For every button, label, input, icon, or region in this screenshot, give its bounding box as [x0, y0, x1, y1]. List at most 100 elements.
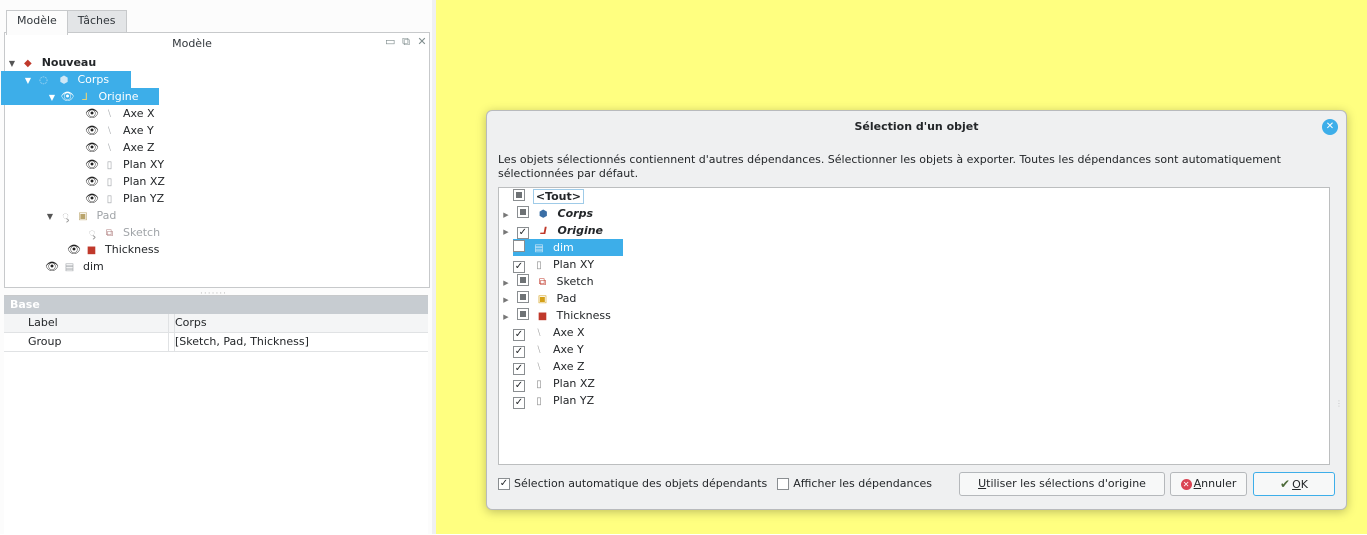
list-item-corps[interactable]: ▶ ⬢ Corps — [499, 205, 593, 222]
tree-item-axe-y[interactable]: 👁︎ ⧵ Axe Y — [85, 122, 154, 139]
axis-icon: ⧵ — [537, 328, 541, 339]
checkbox[interactable] — [516, 206, 529, 218]
tree-item-nouveau[interactable]: ▼ ◆ Nouveau — [7, 54, 96, 71]
header-icons: ▭ ⧉ ✕ — [385, 35, 427, 49]
checkbox[interactable] — [516, 291, 529, 303]
checkbox[interactable]: ✓ — [516, 227, 529, 239]
auto-select-label: Sélection automatique des objets dépenda… — [514, 477, 768, 490]
expand-arrow-icon[interactable]: ▶ — [499, 309, 513, 326]
checkbox[interactable]: ✓ — [513, 346, 525, 358]
list-item-axe-y[interactable]: ✓ ⧵ Axe Y — [513, 341, 584, 358]
pad-icon: ▣ — [78, 211, 88, 222]
list-item-label: Plan YZ — [553, 394, 595, 407]
float-icon[interactable]: ⧉ — [401, 35, 411, 49]
property-row[interactable]: Label Corps — [4, 314, 428, 333]
list-item-label: dim — [553, 241, 574, 254]
eye-icon[interactable]: 👁︎ — [85, 139, 99, 156]
checkbox[interactable] — [513, 240, 525, 252]
checkbox[interactable]: ✓ — [498, 478, 510, 490]
list-item-all[interactable]: <Tout> — [513, 188, 584, 205]
list-item-axe-z[interactable]: ✓ ⧵ Axe Z — [513, 358, 585, 375]
checkbox[interactable]: ✓ — [513, 261, 525, 273]
plane-icon: ▯ — [106, 194, 113, 205]
visibility-off-icon[interactable]: ◌ — [37, 72, 51, 89]
list-item-plan-xy[interactable]: ✓ ▯ Plan XY — [513, 256, 594, 273]
origin-icon: ⅃ — [82, 92, 88, 103]
body-icon: ⬢ — [59, 75, 69, 86]
checkbox[interactable]: ✓ — [513, 380, 525, 392]
tree-header: Modèle ▭ ⧉ ✕ — [5, 33, 429, 53]
tree-item-plan-xz[interactable]: 👁︎ ▯ Plan XZ — [85, 173, 165, 190]
thickness-icon: ■ — [537, 311, 548, 322]
property-value[interactable]: Corps — [174, 314, 207, 332]
model-tree-panel: Modèle ▭ ⧉ ✕ ▼ ◆ Nouveau ▼ ◌ ⬢ Corps ▼ 👁… — [1, 32, 430, 288]
checkbox[interactable] — [513, 189, 525, 201]
tree-item-axe-z[interactable]: 👁︎ ⧵ Axe Z — [85, 139, 154, 156]
tree-item-plan-yz[interactable]: 👁︎ ▯ Plan YZ — [85, 190, 164, 207]
eye-icon[interactable]: 👁︎ — [61, 88, 75, 105]
tree-item-corps[interactable]: ▼ ◌ ⬢ Corps — [1, 71, 131, 88]
list-item-label: Sketch — [556, 275, 594, 288]
checkbox[interactable]: ✓ — [513, 329, 525, 341]
tree-item-thickness[interactable]: 👁︎ ■ Thickness — [67, 241, 159, 258]
list-item-thickness[interactable]: ▶ ■ Thickness — [499, 307, 611, 324]
list-item-plan-yz[interactable]: ✓ ▯ Plan YZ — [513, 392, 594, 409]
checkbox[interactable] — [516, 308, 529, 320]
expand-arrow-icon[interactable]: ▼ — [7, 55, 17, 72]
visibility-off-icon[interactable]: ᯮ — [85, 224, 99, 241]
checkbox[interactable]: ✓ — [513, 397, 525, 409]
tree-item-plan-xy[interactable]: 👁︎ ▯ Plan XY — [85, 156, 164, 173]
tree-item-origine[interactable]: ▼ 👁︎ ⅃ Origine — [1, 88, 159, 105]
eye-icon[interactable]: 👁︎ — [45, 258, 59, 275]
checkbox[interactable]: ✓ — [513, 363, 525, 375]
list-item-axe-x[interactable]: ✓ ⧵ Axe X — [513, 324, 585, 341]
checkbox[interactable] — [516, 274, 529, 286]
eye-icon[interactable]: 👁︎ — [67, 241, 81, 258]
eye-icon[interactable]: 👁︎ — [85, 105, 99, 122]
close-icon[interactable]: ✕ — [1322, 119, 1338, 135]
eye-icon[interactable]: 👁︎ — [85, 173, 99, 190]
list-item-dim[interactable]: ▤ dim — [513, 239, 623, 256]
list-item-label: Axe Z — [553, 360, 585, 373]
cancel-button[interactable]: ✕ Annuler — [1170, 472, 1247, 496]
list-item-label: Axe X — [553, 326, 585, 339]
property-value[interactable]: [Sketch, Pad, Thickness] — [174, 333, 309, 351]
list-item-label: Corps — [557, 207, 594, 220]
list-item-plan-xz[interactable]: ✓ ▯ Plan XZ — [513, 375, 595, 392]
list-item-pad[interactable]: ▶ ▣ Pad — [499, 290, 576, 307]
ok-button[interactable]: ✔ OK — [1253, 472, 1335, 496]
list-item-sketch[interactable]: ▶ ⧉ Sketch — [499, 273, 594, 290]
expand-arrow-icon[interactable]: ▶ — [499, 224, 513, 241]
restore-icon[interactable]: ▭ — [385, 35, 395, 49]
dependency-list[interactable]: <Tout> ▶ ⬢ Corps ▶ ✓ ⅃ Origine ▤ dim ✓ ▯… — [498, 187, 1343, 465]
tab-tasks[interactable]: Tâches — [66, 10, 127, 33]
expand-arrow-icon[interactable]: ▼ — [45, 208, 55, 225]
visibility-off-icon[interactable]: ᯮ — [59, 207, 73, 224]
tree-item-pad[interactable]: ▼ ᯮ ▣ Pad — [45, 207, 116, 224]
eye-icon[interactable]: 👁︎ — [85, 156, 99, 173]
origin-icon: ⅃ — [540, 226, 547, 237]
tab-model[interactable]: Modèle — [6, 10, 68, 35]
tree-item-dim[interactable]: 👁︎ ▤ dim — [45, 258, 104, 275]
left-pane: Modèle Tâches Modèle ▭ ⧉ ✕ ▼ ◆ Nouveau ▼… — [0, 0, 432, 535]
list-item-label: Axe Y — [553, 343, 584, 356]
close-icon[interactable]: ✕ — [417, 35, 427, 49]
property-row[interactable]: Group [Sketch, Pad, Thickness] — [4, 333, 428, 352]
tree-item-sketch[interactable]: ᯮ ⧉ Sketch — [85, 224, 160, 241]
checkbox[interactable] — [777, 478, 790, 490]
property-key: Group — [28, 335, 62, 348]
pad-icon: ▣ — [537, 294, 548, 305]
eye-icon[interactable]: 👁︎ — [85, 122, 99, 139]
show-dependencies-label: Afficher les dépendances — [793, 477, 932, 490]
scrollbar-handle[interactable]: ⋮ — [1335, 399, 1343, 408]
expand-arrow-icon[interactable]: ▼ — [23, 72, 33, 89]
expand-arrow-icon[interactable]: ▼ — [47, 89, 57, 106]
tree-item-axe-x[interactable]: 👁︎ ⧵ Axe X — [85, 105, 154, 122]
use-original-selection-button[interactable]: Utiliser les sélections d'origine — [959, 472, 1165, 496]
list-item-origine[interactable]: ▶ ✓ ⅃ Origine — [499, 222, 603, 239]
auto-select-checkbox[interactable]: ✓ Sélection automatique des objets dépen… — [498, 471, 767, 497]
eye-icon[interactable]: 👁︎ — [85, 190, 99, 207]
axis-icon: ⧵ — [107, 126, 112, 137]
column-divider — [168, 314, 169, 332]
show-dependencies-checkbox[interactable]: Afficher les dépendances — [777, 471, 932, 497]
